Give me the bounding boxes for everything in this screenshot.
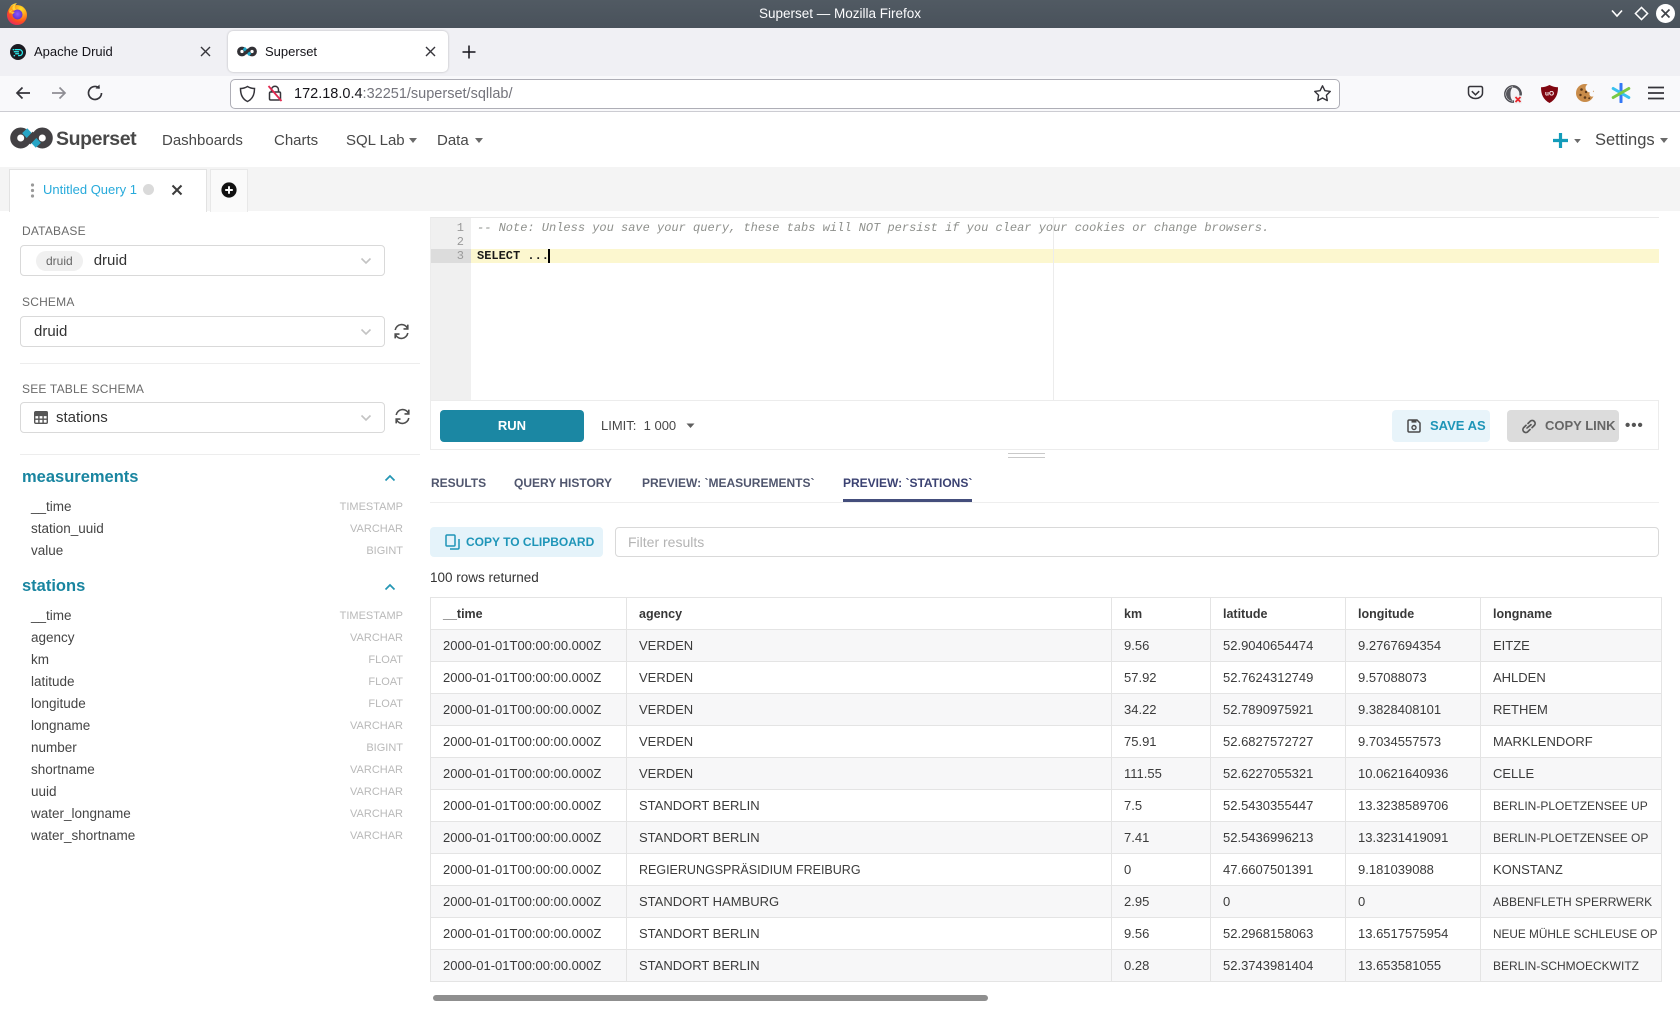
svg-text:uO: uO bbox=[1545, 91, 1554, 98]
